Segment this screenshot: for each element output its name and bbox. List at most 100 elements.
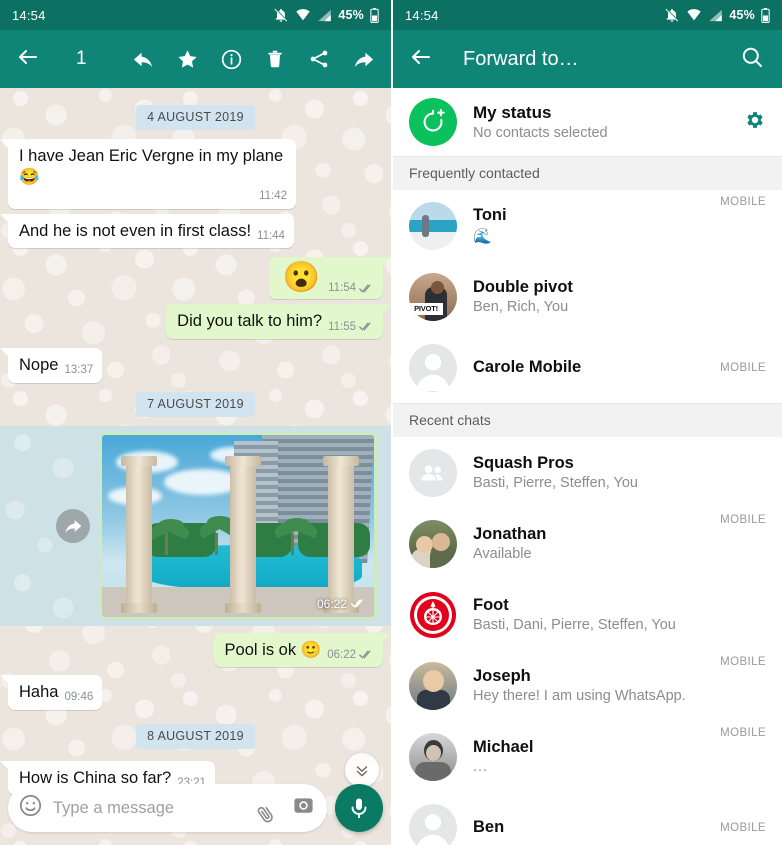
- message-row[interactable]: Did you talk to him? 11:55: [0, 304, 391, 339]
- avatar: [409, 201, 457, 250]
- avatar: [409, 343, 457, 392]
- list-item[interactable]: Joseph Hey there! I am using WhatsApp. M…: [393, 650, 782, 721]
- message-row[interactable]: Nope 13:37: [0, 347, 391, 383]
- double-check-icon: [359, 649, 374, 660]
- list-item[interactable]: Toni 🌊 MOBILE: [393, 190, 782, 261]
- contact-name: Toni: [473, 206, 507, 224]
- my-status-subtitle: No contacts selected: [473, 125, 608, 141]
- message-bubble-incoming[interactable]: I have Jean Eric Vergne in my plane 😂 11…: [0, 139, 296, 209]
- forward-icon[interactable]: [351, 47, 375, 71]
- message-text: Did you talk to him?: [177, 312, 323, 331]
- info-icon[interactable]: [219, 47, 243, 71]
- section-header-recent-chats: Recent chats: [393, 403, 782, 437]
- message-row[interactable]: Pool is ok 🙂 06:22: [0, 632, 391, 668]
- list-item[interactable]: Michael ... MOBILE: [393, 721, 782, 792]
- message-time: 06:22: [316, 596, 347, 611]
- message-bubble-incoming[interactable]: Nope 13:37: [0, 347, 103, 383]
- message-meta: 13:37: [64, 363, 93, 377]
- contact-text: Michael ...: [473, 738, 704, 775]
- chat-selection-appbar: 1: [0, 30, 391, 88]
- contact-text: Toni 🌊: [473, 206, 704, 245]
- image-message-thumbnail[interactable]: 06:22: [99, 431, 377, 620]
- message-meta: 06:22: [327, 648, 374, 662]
- list-item[interactable]: Carole Mobile MOBILE: [393, 332, 782, 403]
- message-bubble-incoming[interactable]: And he is not even in first class! 11:44: [0, 213, 294, 249]
- list-item[interactable]: PIVOT! Double pivot Ben, Rich, You: [393, 261, 782, 332]
- contact-text: Joseph Hey there! I am using WhatsApp.: [473, 667, 704, 704]
- avatar: PIVOT!: [409, 272, 457, 321]
- contact-name: Michael: [473, 738, 534, 756]
- list-item[interactable]: Foot Basti, Dani, Pierre, Steffen, You: [393, 579, 782, 650]
- message-input-pill[interactable]: Type a message: [8, 784, 327, 832]
- contact-name: Jonathan: [473, 525, 547, 543]
- contact-text: Foot Basti, Dani, Pierre, Steffen, You: [473, 596, 750, 633]
- message-meta: 09:46: [64, 690, 93, 704]
- message-bubble-outgoing[interactable]: Pool is ok 🙂 06:22: [213, 632, 391, 668]
- search-icon[interactable]: [740, 45, 764, 74]
- message-meta: 11:42: [259, 189, 287, 203]
- contact-subtitle: Basti, Dani, Pierre, Steffen, You: [473, 617, 676, 633]
- message-meta: 11:44: [257, 229, 285, 243]
- contact-name: Foot: [473, 596, 509, 614]
- my-status-row[interactable]: My status No contacts selected: [393, 88, 782, 156]
- contact-subtitle: Hey there! I am using WhatsApp.: [473, 688, 686, 704]
- my-status-title: My status: [473, 103, 552, 122]
- pool-photo: [102, 434, 374, 617]
- contact-text: Double pivot Ben, Rich, You: [473, 278, 750, 315]
- reply-icon[interactable]: [131, 47, 155, 71]
- camera-icon[interactable]: [292, 794, 315, 822]
- avatar: [409, 590, 457, 639]
- message-row[interactable]: And he is not even in first class! 11:44: [0, 213, 391, 249]
- avatar: [409, 448, 457, 497]
- message-time: 11:55: [328, 320, 356, 333]
- chat-message-list[interactable]: 4 AUGUST 2019 I have Jean Eric Vergne in…: [0, 88, 391, 845]
- list-item[interactable]: Jonathan Available MOBILE: [393, 508, 782, 579]
- status-bar-icons: 45%: [273, 7, 379, 23]
- back-arrow-icon[interactable]: [409, 45, 433, 74]
- emoji-icon[interactable]: [18, 793, 43, 823]
- message-row[interactable]: 😮 11:54: [0, 257, 391, 300]
- bell-muted-icon: [664, 7, 680, 23]
- back-arrow-icon[interactable]: [0, 45, 54, 74]
- avatar: [409, 519, 457, 568]
- search-input[interactable]: Type a message: [53, 799, 249, 818]
- list-item[interactable]: Squash Pros Basti, Pierre, Steffen, You: [393, 437, 782, 508]
- contact-tag: MOBILE: [720, 656, 766, 668]
- message-row[interactable]: I have Jean Eric Vergne in my plane 😂 11…: [0, 139, 391, 209]
- date-separator: 4 AUGUST 2019: [0, 105, 391, 130]
- contact-tag: MOBILE: [720, 821, 766, 834]
- contact-name: Ben: [473, 818, 505, 836]
- double-check-icon: [351, 598, 366, 609]
- message-row[interactable]: Haha 09:46: [0, 675, 391, 710]
- message-bubble-incoming[interactable]: Haha 09:46: [0, 675, 103, 710]
- contact-subtitle: 🌊: [473, 228, 492, 245]
- message-meta: 11:54: [328, 281, 374, 295]
- date-separator: 8 AUGUST 2019: [0, 723, 391, 749]
- message-time: 13:37: [64, 364, 94, 377]
- contact-subtitle: Available: [473, 546, 532, 562]
- message-bubble-outgoing[interactable]: 😮 11:54: [268, 257, 391, 300]
- list-item[interactable]: Ben MOBILE: [393, 792, 782, 845]
- selection-count: 1: [76, 48, 87, 69]
- selected-image-message[interactable]: 06:22: [0, 426, 391, 626]
- contact-tag: MOBILE: [720, 514, 766, 526]
- message-meta: 06:22: [317, 597, 366, 611]
- contact-text: Squash Pros Basti, Pierre, Steffen, You: [473, 454, 750, 491]
- delete-icon[interactable]: [263, 47, 287, 71]
- message-text: And he is not even in first class!: [19, 221, 252, 240]
- contact-subtitle: Basti, Pierre, Steffen, You: [473, 475, 638, 491]
- share-icon[interactable]: [307, 47, 331, 71]
- message-time: 11:42: [259, 190, 287, 203]
- avatar: [409, 803, 457, 845]
- forward-target-list[interactable]: My status No contacts selected Frequentl…: [393, 88, 782, 845]
- signal-icon: [708, 8, 723, 23]
- message-composer: Type a message: [0, 779, 391, 845]
- forward-appbar: Forward to…: [393, 30, 782, 88]
- star-icon[interactable]: [175, 47, 199, 71]
- contact-name: Carole Mobile: [473, 358, 582, 376]
- microphone-button[interactable]: [335, 784, 383, 832]
- paperclip-icon[interactable]: [257, 794, 282, 823]
- forward-selected-icon: [56, 508, 90, 543]
- gear-icon[interactable]: [744, 109, 766, 136]
- message-bubble-outgoing[interactable]: Did you talk to him? 11:55: [166, 304, 391, 339]
